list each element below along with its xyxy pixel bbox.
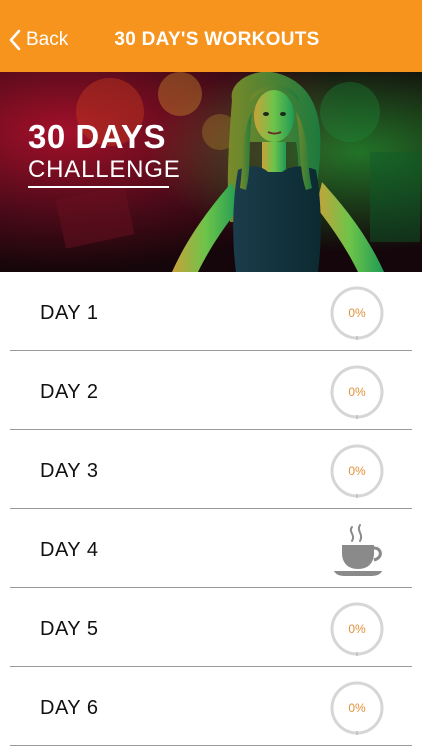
hero-subtitle: CHALLENGE [28,156,181,183]
progress-percent: 0% [348,622,366,636]
progress-percent: 0% [348,306,366,320]
hero-title: 30 DAYS [28,118,167,155]
page-title: 30 DAY'S WORKOUTS [114,29,320,50]
progress-percent: 0% [348,385,366,399]
progress-ring: 0% [330,444,384,498]
day-row-2[interactable]: DAY 2 0% [10,351,412,430]
hero-underline [28,186,169,188]
hero-banner: 30 DAYS CHALLENGE [0,72,422,272]
progress-ring: 0% [330,602,384,656]
day-row-3[interactable]: DAY 3 0% [10,430,412,509]
day-label: DAY 5 [40,618,99,640]
progress-ring: 0% [330,681,384,735]
day-row-6[interactable]: DAY 6 0% [10,667,412,746]
progress-percent: 0% [348,464,366,478]
day-label: DAY 2 [40,381,99,403]
day-label: DAY 6 [40,697,99,719]
progress-ring: 0% [330,365,384,419]
day-label: DAY 3 [40,460,99,482]
day-row-1[interactable]: DAY 1 0% [10,272,412,351]
app-screen: Back 30 DAY'S WORKOUTS 30 DAYS CHALLENGE… [0,0,422,750]
progress-percent: 0% [348,701,366,715]
day-list: DAY 1 0% DAY 2 0% DAY 3 0% DAY 4 DAY 5 0… [0,272,422,746]
day-row-5[interactable]: DAY 5 0% [10,588,412,667]
day-label: DAY 4 [40,539,99,561]
day-label: DAY 1 [40,302,99,324]
navigation-bar: Back 30 DAY'S WORKOUTS [0,0,422,72]
progress-ring: 0% [330,286,384,340]
day-row-4[interactable]: DAY 4 [10,509,412,588]
coffee-cup-icon [330,523,386,579]
